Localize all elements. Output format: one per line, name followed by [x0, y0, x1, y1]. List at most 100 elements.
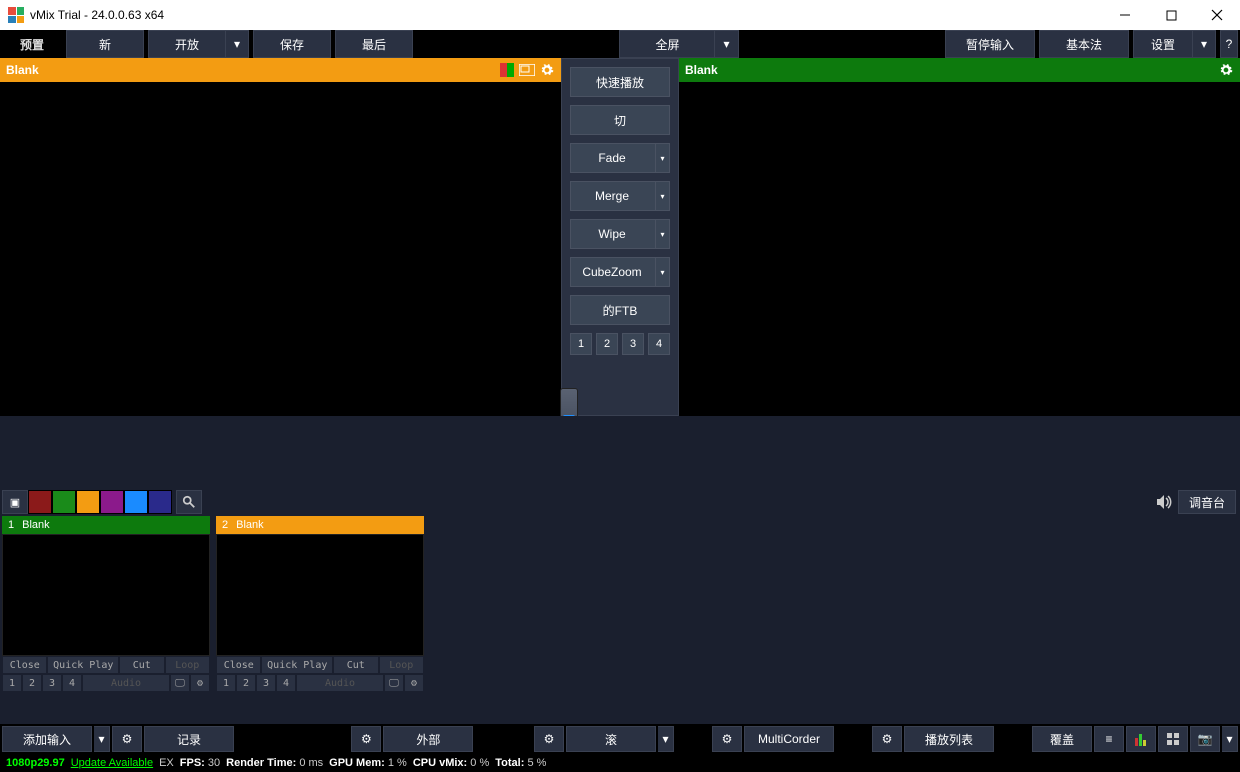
input-2-monitor-icon[interactable]: 🖵 [384, 674, 404, 692]
search-button[interactable] [176, 490, 202, 514]
filter-red[interactable] [28, 490, 52, 514]
input-1-o2[interactable]: 2 [22, 674, 42, 692]
merge-button[interactable]: Merge▾ [570, 181, 670, 211]
filter-orange[interactable] [76, 490, 100, 514]
update-link[interactable]: Update Available [71, 757, 153, 769]
overlay-button[interactable]: 覆盖 [1032, 726, 1092, 752]
total-value: 5 % [527, 757, 546, 769]
input-1-o4[interactable]: 4 [62, 674, 82, 692]
stream-dropdown[interactable]: ▾ [658, 726, 674, 752]
overlay-4-button[interactable]: 4 [648, 333, 670, 355]
window-title: vMix Trial - 24.0.0.63 x64 [30, 8, 164, 22]
input-2-close[interactable]: Close [216, 656, 261, 674]
input-1-close[interactable]: Close [2, 656, 47, 674]
bars-icon[interactable] [1126, 726, 1156, 752]
audio-mixer-button[interactable]: 调音台 [1178, 490, 1236, 514]
input-1-o1[interactable]: 1 [2, 674, 22, 692]
input-tile-2: 2 Blank Close Quick Play Cut Loop 1 2 3 4… [216, 516, 424, 692]
input-2-name: Blank [236, 519, 264, 531]
stream-gear-icon[interactable]: ⚙ [534, 726, 564, 752]
open-dropdown[interactable]: ▾ [226, 30, 249, 58]
settings-button[interactable]: 设置 [1133, 30, 1193, 58]
record-gear-icon[interactable]: ⚙ [112, 726, 142, 752]
new-button[interactable]: 新 [66, 30, 144, 58]
input-2-o1[interactable]: 1 [216, 674, 236, 692]
playlist-gear-icon[interactable]: ⚙ [872, 726, 902, 752]
filter-blue[interactable] [124, 490, 148, 514]
grid-icon[interactable] [1158, 726, 1188, 752]
fps-value: 30 [208, 757, 220, 769]
last-button[interactable]: 最后 [335, 30, 413, 58]
status-format: 1080p29.97 [6, 757, 65, 769]
input-tile-1: 1Blank Close Quick Play Cut Loop 1 2 3 4… [2, 516, 210, 692]
merge-dropdown[interactable]: ▾ [655, 182, 669, 210]
speaker-icon[interactable] [1150, 490, 1178, 514]
fullscreen-dropdown[interactable]: ▾ [715, 30, 738, 58]
save-button[interactable]: 保存 [253, 30, 331, 58]
fade-button[interactable]: Fade▾ [570, 143, 670, 173]
playlist-button[interactable]: 播放列表 [904, 726, 994, 752]
input-1-quickplay[interactable]: Quick Play [47, 656, 119, 674]
input-2-o4[interactable]: 4 [276, 674, 296, 692]
fade-dropdown[interactable]: ▾ [655, 144, 669, 172]
input-2-num: 2 [222, 519, 228, 531]
close-button[interactable] [1194, 0, 1240, 30]
input-2-o3[interactable]: 3 [256, 674, 276, 692]
cubezoom-dropdown[interactable]: ▾ [655, 258, 669, 286]
overlay-1-button[interactable]: 1 [570, 333, 592, 355]
wipe-dropdown[interactable]: ▾ [655, 220, 669, 248]
input-2-o2[interactable]: 2 [236, 674, 256, 692]
stream-button[interactable]: 滚 [566, 726, 656, 752]
wipe-button[interactable]: Wipe▾ [570, 219, 670, 249]
input-2-quickplay[interactable]: Quick Play [261, 656, 333, 674]
settings-dropdown[interactable]: ▾ [1193, 30, 1216, 58]
minimize-button[interactable] [1102, 0, 1148, 30]
overlay-3-button[interactable]: 3 [622, 333, 644, 355]
input-1-loop[interactable]: Loop [165, 656, 210, 674]
input-2-gear-icon[interactable]: ⚙ [404, 674, 424, 692]
output-gear-icon[interactable] [1218, 62, 1234, 78]
filter-all-button[interactable]: ▣ [2, 490, 28, 514]
add-input-button[interactable]: 添加输入 [2, 726, 92, 752]
status-bar: 1080p29.97 Update Available EX FPS: 30 R… [0, 754, 1240, 772]
external-gear-icon[interactable]: ⚙ [351, 726, 381, 752]
input-2-preview[interactable] [216, 534, 424, 656]
basic-button[interactable]: 基本法 [1039, 30, 1129, 58]
record-button[interactable]: 记录 [144, 726, 234, 752]
preview-gear-icon[interactable] [539, 62, 555, 78]
multicorder-button[interactable]: MultiCorder [744, 726, 834, 752]
camera-dropdown[interactable]: ▾ [1222, 726, 1238, 752]
input-2-cut[interactable]: Cut [333, 656, 378, 674]
external-button[interactable]: 外部 [383, 726, 473, 752]
status-ex: EX [159, 757, 174, 769]
help-button[interactable]: ? [1220, 30, 1238, 58]
open-button[interactable]: 开放 [148, 30, 226, 58]
input-1-o3[interactable]: 3 [42, 674, 62, 692]
quickplay-button[interactable]: 快速播放 [570, 67, 670, 97]
maximize-button[interactable] [1148, 0, 1194, 30]
multicorder-gear-icon[interactable]: ⚙ [712, 726, 742, 752]
filter-green[interactable] [52, 490, 76, 514]
overlay-2-button[interactable]: 2 [596, 333, 618, 355]
filter-purple[interactable] [100, 490, 124, 514]
fullscreen-button[interactable]: 全屏 [619, 30, 715, 58]
cut-button[interactable]: 切 [570, 105, 670, 135]
input-1-audio[interactable]: Audio [82, 674, 170, 692]
cubezoom-button[interactable]: CubeZoom▾ [570, 257, 670, 287]
preview-layout-icon[interactable] [519, 62, 535, 78]
filter-navy[interactable] [148, 490, 172, 514]
camera-icon[interactable]: 📷 [1190, 726, 1220, 752]
inputs-row: 1 Blank Close Quick Play Cut Loop 1 2 3 4… [0, 514, 1240, 694]
input-1-monitor-icon[interactable]: 🖵 [170, 674, 190, 692]
input-1-num: 1 [8, 519, 14, 531]
list-icon[interactable]: ≡ [1094, 726, 1124, 752]
ftb-button[interactable]: 的FTB [570, 295, 670, 325]
input-1-preview[interactable] [2, 534, 210, 656]
input-1-cut[interactable]: Cut [119, 656, 164, 674]
input-2-audio[interactable]: Audio [296, 674, 384, 692]
preview-color-icon[interactable] [499, 62, 515, 78]
input-1-gear-icon[interactable]: ⚙ [190, 674, 210, 692]
add-input-dropdown[interactable]: ▾ [94, 726, 110, 752]
input-2-loop[interactable]: Loop [379, 656, 424, 674]
pause-input-button[interactable]: 暂停输入 [945, 30, 1035, 58]
